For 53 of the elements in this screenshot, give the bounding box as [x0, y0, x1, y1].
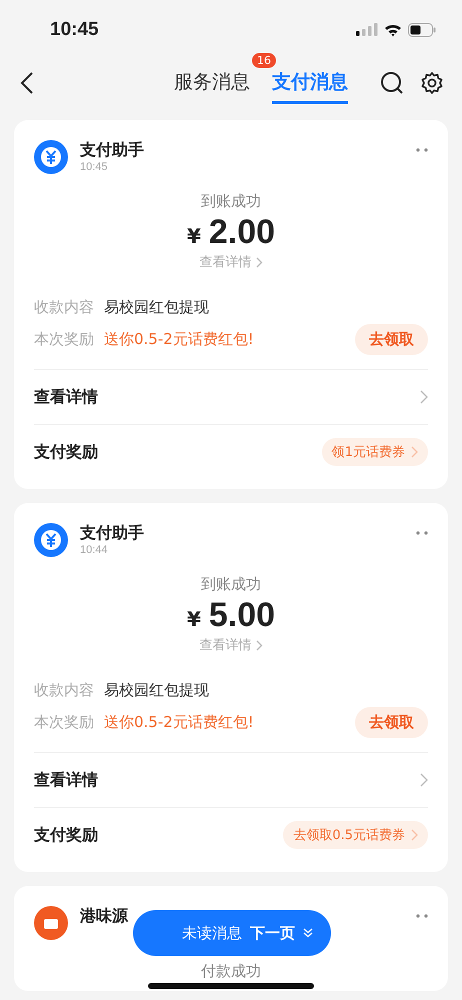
chevron-icon: [256, 256, 262, 268]
chevron-icon: [256, 640, 262, 650]
battery-icon: [408, 23, 436, 37]
coupon-button[interactable]: 领1元话费券: [322, 438, 428, 466]
settings-icon[interactable]: [420, 71, 444, 95]
row-label[interactable]: 查看详情: [34, 770, 98, 790]
tab[interactable]: 支付消息: [272, 62, 348, 104]
status-time: 10:45: [50, 19, 99, 41]
more-icon[interactable]: [416, 914, 428, 918]
sender-name: 支付助手: [80, 140, 145, 161]
next-page-button[interactable]: 未读消息 下一页: [133, 910, 331, 956]
more-icon[interactable]: [416, 531, 428, 535]
sender-name: 支付助手: [80, 523, 145, 544]
message-time: 10:44: [80, 544, 109, 556]
detail-link[interactable]: 查看详情: [200, 253, 262, 271]
shop-icon: [34, 906, 68, 940]
payment-status: 到账成功: [201, 575, 261, 594]
coupon-button[interactable]: 去领取0.5元话费券: [283, 821, 428, 849]
row-label[interactable]: 支付奖励: [34, 824, 98, 846]
chevron-icon[interactable]: [420, 390, 428, 404]
chevron-icon[interactable]: [420, 773, 428, 787]
info-value: 易校园红包提现: [104, 298, 210, 316]
search-icon[interactable]: [380, 71, 404, 95]
amount: 5.00: [208, 598, 276, 632]
back-icon[interactable]: [20, 71, 34, 95]
info-label: 本次奖励: [34, 330, 94, 348]
claim-button[interactable]: 去领取: [355, 706, 428, 738]
info-value: 送你0.5-2元话费红包!: [104, 330, 255, 348]
payment-status: 到账成功: [201, 192, 261, 211]
info-label: 本次奖励: [34, 712, 94, 732]
info-value: 送你0.5-2元话费红包!: [104, 712, 255, 732]
info-value: 易校园红包提现: [104, 680, 210, 700]
more-icon[interactable]: [416, 148, 428, 152]
info-label: 收款内容: [34, 680, 94, 700]
chevron-icon: [411, 829, 418, 841]
yuan-icon: [34, 140, 68, 174]
claim-button[interactable]: 去领取: [355, 324, 428, 354]
sender-name: 港味源: [80, 906, 130, 927]
wifi-icon: [384, 23, 402, 37]
currency-sign: ¥: [186, 224, 201, 248]
chevron-icon: [411, 446, 418, 458]
yuan-icon: [34, 523, 68, 557]
amount: 2.00: [208, 215, 276, 249]
payment-status: 付款成功: [201, 962, 261, 981]
info-label: 收款内容: [34, 298, 94, 316]
unread-badge: 16: [252, 52, 276, 68]
signal-icon: [356, 23, 378, 37]
message-time: 10:45: [80, 161, 109, 173]
row-label[interactable]: 查看详情: [34, 386, 98, 408]
currency-sign: ¥: [186, 607, 201, 631]
double-chevron-icon: [303, 928, 313, 938]
detail-link[interactable]: 查看详情: [200, 636, 262, 654]
row-label[interactable]: 支付奖励: [34, 442, 98, 462]
